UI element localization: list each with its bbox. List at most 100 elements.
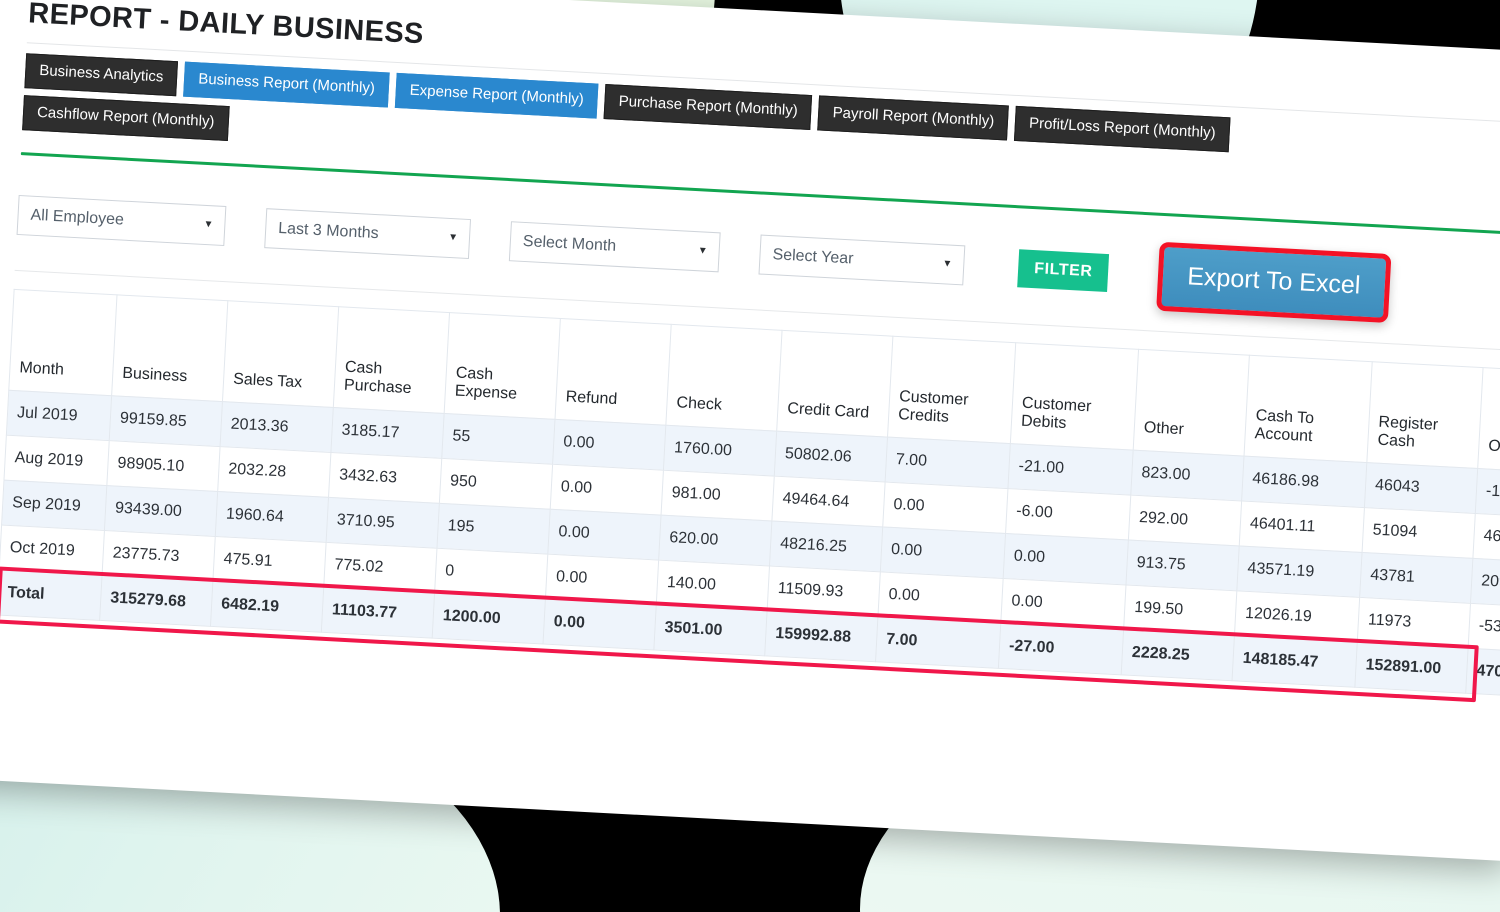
chevron-down-icon: ▼ [447,231,459,244]
col-header-register-cash[interactable]: Register Cash [1366,361,1484,469]
table-cell: 152891.00 [1354,641,1469,693]
table-cell: 11509.93 [767,565,881,617]
tab-cashflow-report-monthly[interactable]: Cashflow Report (Monthly) [22,94,230,141]
col-header-refund[interactable]: Refund [555,317,672,425]
tab-profit-loss-report-monthly[interactable]: Profit/Loss Report (Monthly) [1014,105,1231,153]
table-cell: 3710.95 [326,496,440,548]
table-cell: 43781 [1359,551,1473,603]
table-cell: 99159.85 [109,395,223,447]
col-header-month[interactable]: Month [8,288,118,396]
table-cell: 148185.47 [1232,635,1358,687]
table-cell: 950 [439,457,553,509]
year-select-value: Select Year [772,246,854,268]
table-cell: 823.00 [1130,449,1245,501]
table-cell: 3185.17 [330,407,445,458]
table-cell: 4705.53 [1465,647,1500,699]
table-cell: 43571.19 [1236,545,1363,597]
row-month-cell: Jul 2019 [6,389,112,441]
date-range-select[interactable]: Last 3 Months ▼ [264,208,472,260]
tab-expense-report-monthly[interactable]: Expense Report (Monthly) [394,72,599,119]
table-cell: 475.91 [212,535,327,587]
col-header-check[interactable]: Check [665,323,783,431]
col-header-cash-expense[interactable]: Cash Expense [444,312,561,419]
table-cell: 0.00 [547,508,662,560]
row-month-cell: Sep 2019 [1,479,107,531]
employee-select[interactable]: All Employee ▼ [16,194,227,246]
table-cell: 3432.63 [328,451,442,503]
table-cell: 209.81 [1470,557,1500,609]
table-cell: 46186.98 [1241,455,1367,508]
table-cell: 0.00 [1000,577,1127,630]
table-cell: 913.75 [1126,539,1240,591]
row-month-cell: Aug 2019 [4,434,110,486]
col-header-sales-tax[interactable]: Sales Tax [222,300,339,408]
chevron-down-icon: ▼ [942,258,953,270]
employee-select-value: All Employee [30,206,125,229]
table-cell: 1200.00 [432,592,546,644]
table-cell: -27.00 [998,622,1124,675]
col-header-business[interactable]: Business [111,294,228,402]
table-cell: -143.98 [1475,468,1500,519]
table-cell: 1760.00 [663,424,777,476]
table-cell: 12026.19 [1234,590,1360,642]
table-cell: 195 [436,502,551,554]
chevron-down-icon: ▼ [697,245,708,257]
table-cell: 4692.89 [1472,512,1500,564]
table-cell: 7.00 [885,436,1011,489]
year-select[interactable]: Select Year ▼ [758,234,966,286]
table-cell: 981.00 [661,469,775,521]
col-header-other[interactable]: Other [1133,348,1250,456]
table-cell: 0.00 [877,571,1004,623]
date-range-select-value: Last 3 Months [277,219,380,243]
table-cell: 0.00 [882,481,1008,533]
table-cell: 11973 [1357,596,1471,648]
col-header-credit-card[interactable]: Credit Card [776,329,893,437]
table-cell: 159992.88 [764,610,878,662]
col-header-customer-debits[interactable]: Customer Debits [1010,342,1139,450]
table-cell: 3501.00 [653,604,768,656]
table-cell: 55 [441,412,556,464]
table-cell: 46401.11 [1239,500,1365,552]
table-cell: 315279.68 [99,574,213,626]
table-cell: 51094 [1362,507,1476,558]
chevron-down-icon: ▼ [203,218,214,231]
table-cell: 0.00 [880,526,1006,578]
tab-business-analytics[interactable]: Business Analytics [24,53,179,96]
table-cell: -21.00 [1007,443,1134,495]
table-cell: 2228.25 [1121,629,1235,681]
col-header-customer-credits[interactable]: Customer Credits [887,335,1016,444]
table-cell: 0.00 [1003,532,1129,585]
table-cell: 49464.64 [771,475,886,527]
filter-button[interactable]: FILTER [1017,249,1110,293]
table-cell: -53.19 [1468,602,1500,654]
report-page-card: REPORT - DAILY BUSINESS Business Analyti… [0,0,1500,862]
table-cell: 1960.64 [215,490,329,542]
table-cell: 0 [434,547,548,599]
table-cell: 2032.28 [217,446,331,497]
table-cell: 2013.36 [220,401,334,452]
table-cell: 292.00 [1128,494,1242,546]
table-cell: 0.00 [552,418,666,470]
table-cell: 93439.00 [104,485,218,536]
table-cell: 775.02 [323,541,437,593]
table-cell: 98905.10 [106,440,221,491]
tab-payroll-report-monthly[interactable]: Payroll Report (Monthly) [817,95,1010,141]
table-cell: 48216.25 [769,520,883,572]
table-cell: 7.00 [875,616,1001,668]
total-label-cell: Total [0,569,103,620]
table-cell: 620.00 [658,514,772,566]
col-header-cash-purchase[interactable]: Cash Purchase [333,306,450,413]
table-cell: 11103.77 [321,586,435,638]
table-cell: 46043 [1364,462,1478,513]
month-select-value: Select Month [522,232,617,255]
tab-purchase-report-monthly[interactable]: Purchase Report (Monthly) [603,84,813,130]
screenshot-canvas: REPORT - DAILY BUSINESS Business Analyti… [0,0,1500,912]
table-cell: -6.00 [1005,488,1131,540]
row-month-cell: Oct 2019 [0,524,105,575]
col-header-cash-to-account[interactable]: Cash To Account [1244,354,1373,463]
export-to-excel-button[interactable]: Export To Excel [1156,241,1392,323]
month-select[interactable]: Select Month ▼ [508,221,721,273]
tab-business-report-monthly[interactable]: Business Report (Monthly) [183,61,390,108]
export-to-excel-wrapper: Export To Excel [1156,241,1392,323]
table-cell: 0.00 [543,598,657,650]
